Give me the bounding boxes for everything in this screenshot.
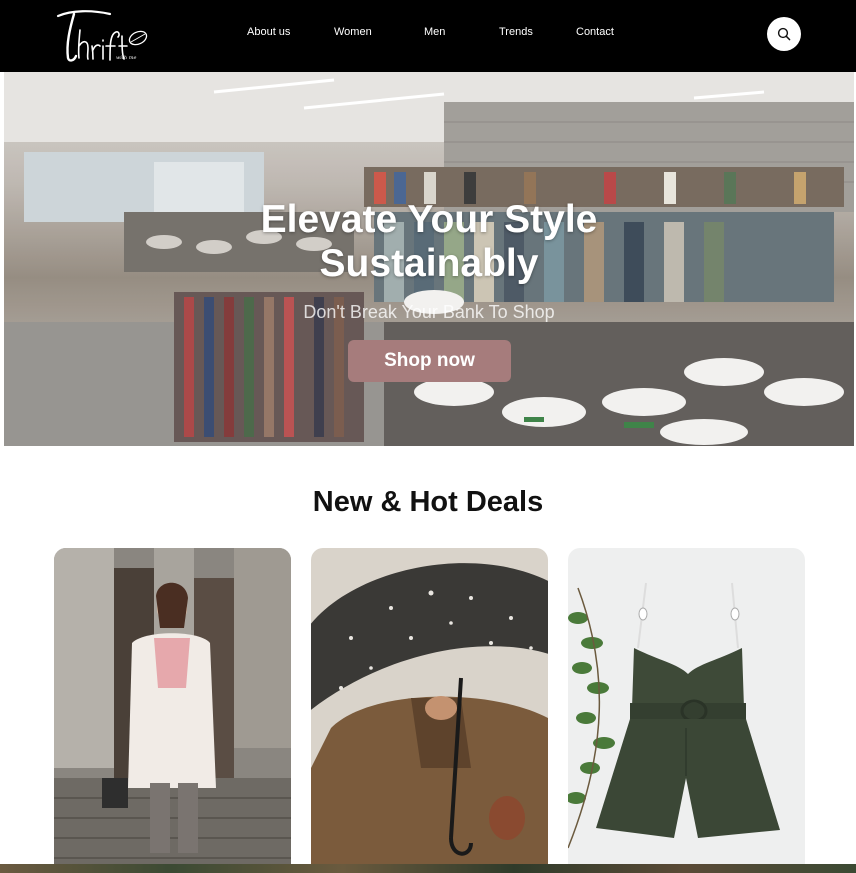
deals-heading: New & Hot Deals [312,486,544,518]
nav-about-us[interactable]: About us [247,26,290,38]
search-button[interactable] [767,17,801,51]
next-section-peek [0,864,856,873]
nav-trends[interactable]: Trends [499,26,533,38]
brand-logo[interactable]: with me [52,6,152,64]
deal-card-romper[interactable] [568,548,805,868]
olive-green-romper-image [568,548,805,868]
deal-card-umbrella[interactable] [311,548,548,868]
nav-contact[interactable]: Contact [576,26,614,38]
woman-in-white-coat-image [54,548,291,868]
logo-subtext: with me [116,55,137,61]
man-with-umbrella-image [311,548,548,868]
thrift-logo-icon [56,10,148,62]
shop-now-button[interactable]: Shop now [348,340,511,382]
nav-men[interactable]: Men [424,26,445,38]
nav-women[interactable]: Women [334,26,372,38]
top-nav: with me About us Women Men Trends Contac… [0,0,856,72]
hero-banner: Elevate Your Style Sustainably Don't Bre… [4,72,854,446]
hero-subtitle: Don't Break Your Bank To Shop [303,302,555,322]
deal-card-woman-coat[interactable] [54,548,291,868]
search-icon [777,27,791,41]
hero-title: Elevate Your Style Sustainably [260,198,598,285]
